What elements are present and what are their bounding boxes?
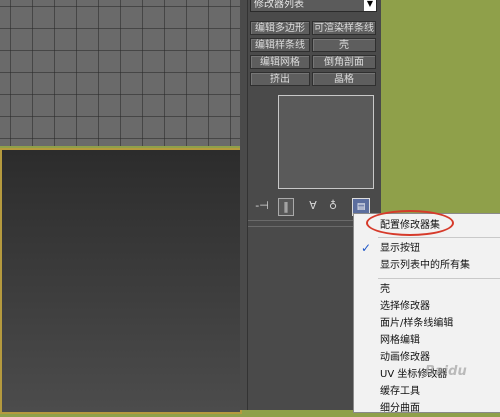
show-end-result-icon[interactable]: ‖ xyxy=(278,198,294,216)
menu-item-set-patch-spline-editing[interactable]: 面片/样条线编辑 xyxy=(354,315,500,332)
menu-item-set-subdivision-surfaces[interactable]: 细分曲面 xyxy=(354,400,500,417)
red-highlight-annotation xyxy=(366,210,454,236)
bevel-profile-button[interactable]: 倒角剖面 xyxy=(312,55,376,69)
edit-mesh-button[interactable]: 编辑网格 xyxy=(250,55,310,69)
modifier-list-dropdown[interactable]: 修改器列表 ▼ xyxy=(250,0,377,12)
lattice-button[interactable]: 晶格 xyxy=(312,72,376,86)
make-unique-icon[interactable]: ∀ xyxy=(306,198,320,214)
menu-item-set-mesh-editing[interactable]: 网格编辑 xyxy=(354,332,500,349)
shell-button[interactable]: 壳 xyxy=(312,38,376,52)
remove-modifier-icon[interactable]: ♁ xyxy=(326,198,340,214)
perspective-viewport[interactable] xyxy=(0,148,242,414)
menu-item-show-buttons[interactable]: ✓ 显示按钮 xyxy=(354,240,500,257)
menu-item-set-selection-modifiers[interactable]: 选择修改器 xyxy=(354,298,500,315)
menu-item-set-cache-tools[interactable]: 缓存工具 xyxy=(354,383,500,400)
chevron-down-icon[interactable]: ▼ xyxy=(364,0,376,11)
edit-spline-button[interactable]: 编辑样条线 xyxy=(250,38,310,52)
menu-separator xyxy=(378,237,500,238)
menu-separator xyxy=(378,278,500,279)
menu-item-label: 显示按钮 xyxy=(380,243,420,254)
modifier-stack-view[interactable] xyxy=(278,95,374,189)
extrude-button[interactable]: 挤出 xyxy=(250,72,310,86)
modifier-list-label: 修改器列表 xyxy=(254,0,304,10)
renderable-spline-button[interactable]: 可渲染样条线 xyxy=(312,21,376,35)
pin-stack-icon[interactable]: -⊣ xyxy=(254,198,270,214)
menu-item-show-all-sets[interactable]: 显示列表中的所有集 xyxy=(354,257,500,274)
watermark-logo: Baidu xyxy=(425,364,467,379)
top-viewport-grid[interactable] xyxy=(0,0,242,146)
edit-poly-button[interactable]: 编辑多边形 xyxy=(250,21,310,35)
menu-item-set-shell[interactable]: 壳 xyxy=(354,281,500,298)
checkmark-icon: ✓ xyxy=(361,241,372,255)
